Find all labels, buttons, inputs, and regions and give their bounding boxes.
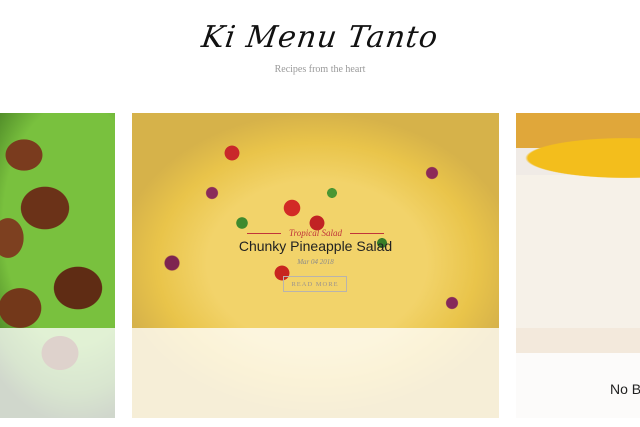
featured-caption: Tropical Salad Chunky Pineapple Salad Ma… [132,113,499,418]
category-label[interactable]: Tropical Salad [289,228,342,238]
slide-title[interactable]: No B [610,381,640,397]
slide-overlay [516,328,640,418]
slide-left[interactable] [0,113,115,418]
category-rule-right [349,233,384,235]
site-logo[interactable]: Ki Menu Tanto [0,20,640,55]
post-category[interactable]: Tropical Salad [132,228,499,238]
slide-overlay [0,328,115,418]
slide-right[interactable]: No B [516,113,640,418]
read-more-button[interactable]: READ MORE [283,276,347,292]
post-date: Mar 04 2018 [297,258,334,266]
post-title[interactable]: Chunky Pineapple Salad [132,238,499,254]
site-header: Ki Menu Tanto Recipes from the heart [0,0,640,105]
category-rule-left [247,233,282,235]
site-tagline: Recipes from the heart [274,64,366,75]
